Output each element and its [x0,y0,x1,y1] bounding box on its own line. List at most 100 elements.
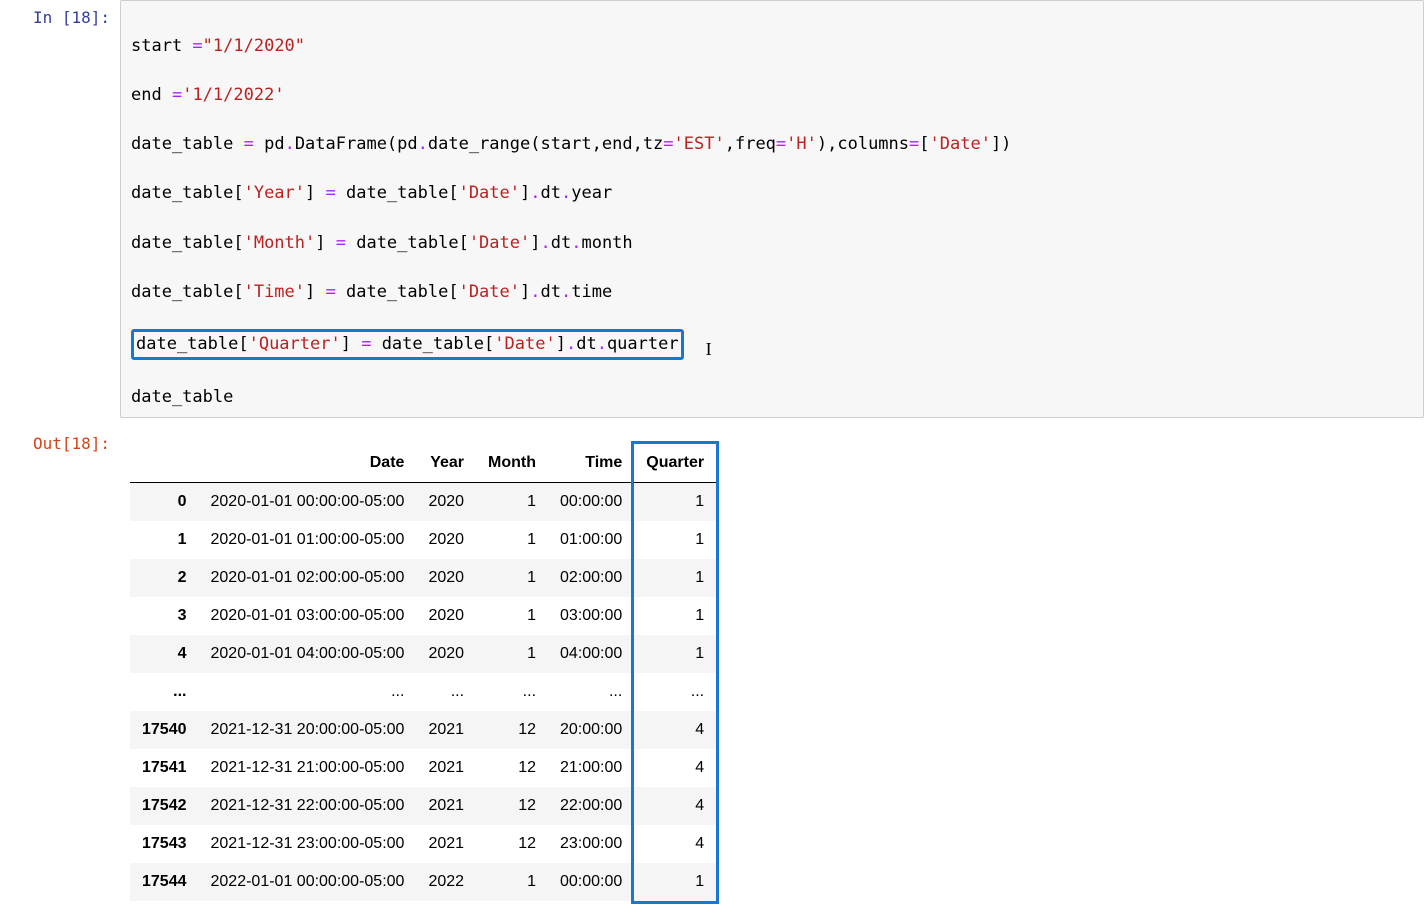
code-token: . [530,183,540,203]
cell-year: ... [416,673,476,711]
code-token: . [285,134,295,154]
out-prompt: Out[18]: [0,426,120,453]
cell-date: 2021-12-31 22:00:00-05:00 [199,787,417,825]
code-token: = [172,85,182,105]
code-token: DataFrame(pd [295,134,418,154]
row-index: 2 [130,559,199,597]
col-header-time: Time [548,444,634,483]
row-index: 0 [130,483,199,522]
cell-date: 2020-01-01 00:00:00-05:00 [199,483,417,522]
cell-year: 2022 [416,863,476,901]
code-token: 'Month' [244,233,316,253]
code-token: month [581,233,632,253]
code-token: quarter [607,334,679,354]
cell-quarter: 4 [634,787,716,825]
row-index: 3 [130,597,199,635]
cell-year: 2020 [416,521,476,559]
in-prompt: In [18]: [0,0,120,27]
cell-time: 21:00:00 [548,749,634,787]
code-token: ] [530,233,540,253]
code-editor[interactable]: start ="1/1/2020" end ='1/1/2022' date_t… [120,0,1424,418]
cell-time: 01:00:00 [548,521,634,559]
cell-year: 2020 [416,559,476,597]
row-index: ... [130,673,199,711]
cell-quarter: 4 [634,711,716,749]
cell-quarter: 4 [634,749,716,787]
cell-month: 1 [476,597,548,635]
output-cell: Out[18]: Date Year Month Time Quarter 02… [0,426,1424,904]
table-row: 32020-01-01 03:00:00-05:002020103:00:001 [130,597,716,635]
code-token: 'Date' [459,282,520,302]
code-token: = [244,134,254,154]
row-index: 1 [130,521,199,559]
cell-time: 02:00:00 [548,559,634,597]
code-token: = [909,134,919,154]
code-token: 'Date' [494,334,555,354]
col-header-month: Month [476,444,548,483]
code-token: = [326,183,336,203]
code-token: [ [919,134,929,154]
dataframe-table: Date Year Month Time Quarter 02020-01-01… [130,444,716,901]
code-token: 'H' [786,134,817,154]
cell-quarter: 1 [634,559,716,597]
table-row: 175442022-01-01 00:00:00-05:002022100:00… [130,863,716,901]
row-index: 17543 [130,825,199,863]
col-header-year: Year [416,444,476,483]
cell-month: 1 [476,559,548,597]
cell-date: 2022-01-01 00:00:00-05:00 [199,863,417,901]
cell-time: 00:00:00 [548,483,634,522]
cell-quarter: 1 [634,483,716,522]
cell-date: 2020-01-01 01:00:00-05:00 [199,521,417,559]
code-token: date_table[ [131,233,244,253]
code-token: date_table[ [336,183,459,203]
row-index: 4 [130,635,199,673]
cell-date: 2020-01-01 04:00:00-05:00 [199,635,417,673]
code-token: . [540,233,550,253]
cell-month: 1 [476,521,548,559]
cell-quarter: ... [634,673,716,711]
code-token: '1/1/2022' [182,85,284,105]
code-token: pd [254,134,285,154]
code-token: ,freq [725,134,776,154]
cell-date: 2021-12-31 20:00:00-05:00 [199,711,417,749]
cell-time: 20:00:00 [548,711,634,749]
table-row: 22020-01-01 02:00:00-05:002020102:00:001 [130,559,716,597]
code-token: ] [305,282,325,302]
cell-month: 1 [476,863,548,901]
cell-month: 12 [476,825,548,863]
code-token: ),columns [817,134,909,154]
cell-year: 2021 [416,711,476,749]
table-header-row: Date Year Month Time Quarter [130,444,716,483]
table-row: 175402021-12-31 20:00:00-05:0020211220:0… [130,711,716,749]
cell-month: ... [476,673,548,711]
code-token: . [597,334,607,354]
code-token: ] [556,334,566,354]
cell-time: ... [548,673,634,711]
input-cell: In [18]: start ="1/1/2020" end ='1/1/202… [0,0,1424,418]
row-index: 17542 [130,787,199,825]
code-token: = [336,233,346,253]
code-token: 'Date' [459,183,520,203]
code-token: ]) [991,134,1011,154]
code-token: . [530,282,540,302]
table-row: .................. [130,673,716,711]
highlighted-code-line: date_table['Quarter'] = date_table['Date… [131,329,684,360]
code-token: = [361,334,371,354]
cell-date: 2020-01-01 02:00:00-05:00 [199,559,417,597]
cell-year: 2020 [416,597,476,635]
code-token: time [571,282,612,302]
code-token: date_table [131,134,244,154]
cell-year: 2020 [416,483,476,522]
cell-time: 22:00:00 [548,787,634,825]
code-token: date_table[ [371,334,494,354]
code-token: start [131,36,192,56]
cell-date: 2020-01-01 03:00:00-05:00 [199,597,417,635]
cell-year: 2021 [416,787,476,825]
cell-time: 00:00:00 [548,863,634,901]
cell-month: 12 [476,711,548,749]
table-row: 175412021-12-31 21:00:00-05:0020211221:0… [130,749,716,787]
cell-date: ... [199,673,417,711]
code-token: date_table[ [346,233,469,253]
row-index: 17544 [130,863,199,901]
code-token: = [776,134,786,154]
